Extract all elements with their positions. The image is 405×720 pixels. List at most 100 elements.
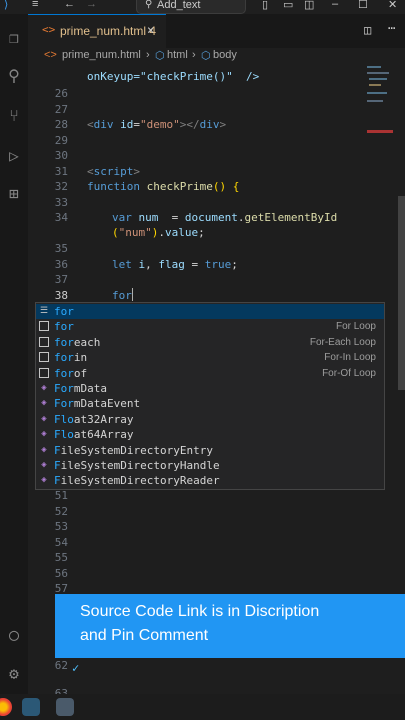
split-editor-icon[interactable]: ◫ <box>364 23 371 37</box>
suggestion-item[interactable]: forof For-Of Loop <box>36 366 384 381</box>
back-button[interactable]: ← <box>64 0 75 10</box>
app-icon[interactable] <box>56 698 74 716</box>
suggestion-match: F <box>54 459 61 472</box>
chrome-icon[interactable] <box>0 698 12 716</box>
suggestion-label: FileSystemDirectoryEntry <box>54 444 213 457</box>
tab-label: prime_num.html 4 <box>60 24 157 38</box>
suggestion-match: for <box>54 351 74 365</box>
suggestion-match: for <box>54 305 74 318</box>
suggestion-match: Flo <box>54 428 74 442</box>
suggestion-item[interactable]: forin For-In Loop <box>36 350 384 365</box>
class-icon: ◈ <box>41 429 47 440</box>
code-line: ("num").value; <box>112 226 205 239</box>
suggestion-item[interactable]: ◈ FileSystemDirectoryReader <box>36 473 384 488</box>
breadcrumb: <> prime_num.html › ⬡ html › ⬡ body <box>28 48 405 64</box>
class-icon: ◈ <box>41 460 47 470</box>
snippet-icon <box>39 336 49 347</box>
suggestion-label: FileSystemDirectoryReader <box>54 474 220 487</box>
element-icon: ⬡ <box>201 50 211 62</box>
suggestion-label: for <box>54 305 74 318</box>
line-number: 36 <box>54 258 68 271</box>
search-text: Add_text <box>157 0 201 11</box>
snippet-icon <box>39 367 49 378</box>
forward-button[interactable]: → <box>86 0 97 10</box>
code-text: onKeyup="checkPrime()" /> <box>87 70 260 83</box>
more-actions-icon[interactable]: ⋯ <box>388 21 395 35</box>
check-icon: ✓ <box>72 661 80 675</box>
code-line: var num = document.getElementById <box>112 211 338 224</box>
explorer-icon[interactable]: ❐ <box>4 28 24 48</box>
toggle-panel-icon[interactable]: ▭ <box>283 0 293 11</box>
line-number: 26 <box>54 87 68 100</box>
suggestion-item[interactable]: ☰ for <box>36 304 384 319</box>
class-icon: ◈ <box>41 475 47 486</box>
command-center-search[interactable]: ⚲ Add_text <box>136 0 246 14</box>
suggestion-item[interactable]: for For Loop <box>36 319 384 334</box>
code-line: let i, flag = true; <box>112 258 238 271</box>
account-icon[interactable]: ◯ <box>4 625 24 645</box>
class-icon: ◈ <box>41 444 47 455</box>
line-number: 37 <box>54 273 68 286</box>
tab-prime-num-html[interactable]: <> prime_num.html 4 × <box>28 14 166 49</box>
suggestion-item[interactable]: ◈ FileSystemDirectoryEntry <box>36 443 384 458</box>
banner-line-1: Source Code Link is in Discription <box>80 603 320 620</box>
suggestion-rest: ileSystemDirectoryReader <box>60 474 220 488</box>
suggestion-detail: For-Of Loop <box>322 367 376 379</box>
line-number: 53 <box>54 520 68 533</box>
source-control-icon[interactable]: ⑂ <box>4 106 24 126</box>
suggestion-rest: at64Array <box>73 428 134 442</box>
element-icon: ⬡ <box>155 50 165 62</box>
snippet-icon <box>39 352 49 363</box>
toggle-sidebar-icon[interactable]: ▯ <box>262 0 268 11</box>
suggestion-item[interactable]: ◈ Float64Array <box>36 427 384 442</box>
line-number: 35 <box>54 242 68 255</box>
minimize-button[interactable]: – <box>332 0 338 10</box>
layout-icon[interactable]: ◫ <box>304 0 314 11</box>
suggestion-detail: For-Each Loop <box>309 336 376 348</box>
menu-icon[interactable]: ≡ <box>32 0 38 10</box>
text-cursor <box>132 288 133 301</box>
settings-gear-icon[interactable]: ⚙ <box>4 664 24 684</box>
close-tab-icon[interactable]: × <box>147 23 154 37</box>
close-window-button[interactable]: ✕ <box>388 0 397 11</box>
minimap[interactable] <box>365 64 397 154</box>
suggestion-label: forof <box>54 367 87 380</box>
line-number: 27 <box>54 103 68 116</box>
download-app-icon[interactable] <box>22 698 40 716</box>
suggestion-match: Flo <box>54 412 74 426</box>
typed-text: for <box>112 289 132 302</box>
taskbar <box>0 694 405 720</box>
suggestion-label: FileSystemDirectoryHandle <box>54 459 220 472</box>
list-icon: ☰ <box>39 306 49 316</box>
suggestion-item[interactable]: ◈ FormData <box>36 381 384 396</box>
line-number: 62 <box>54 659 68 672</box>
class-icon: ◈ <box>41 413 47 424</box>
suggestion-rest: mData <box>73 382 107 395</box>
maximize-button[interactable]: ☐ <box>358 0 368 11</box>
breadcrumb-body[interactable]: body <box>213 49 237 61</box>
search-icon: ⚲ <box>145 0 153 10</box>
suggestion-item[interactable]: ◈ FileSystemDirectoryHandle <box>36 458 384 473</box>
search-icon[interactable]: ⚲ <box>4 66 24 86</box>
run-debug-icon[interactable]: ▷ <box>4 146 24 166</box>
line-number: 33 <box>54 196 68 209</box>
suggestion-rest: at32Array <box>73 412 134 426</box>
breadcrumb-file[interactable]: prime_num.html <box>62 49 141 61</box>
code-line: function checkPrime() { <box>87 180 240 193</box>
banner-line-2: and Pin Comment <box>80 627 209 644</box>
suggestion-label: for <box>54 320 74 333</box>
line-number: 28 <box>54 118 68 131</box>
breadcrumb-html[interactable]: html <box>167 49 188 61</box>
suggestion-item[interactable]: ◈ Float32Array <box>36 412 384 427</box>
line-number: 54 <box>54 536 68 549</box>
extensions-icon[interactable]: ⊞ <box>4 184 24 204</box>
line-number: 52 <box>54 505 68 518</box>
html-file-icon: <> <box>44 49 57 61</box>
suggestion-label: Float64Array <box>54 428 133 441</box>
suggestion-item[interactable]: foreach For-Each Loop <box>36 335 384 350</box>
line-number: 55 <box>54 551 68 564</box>
scrollbar-thumb[interactable] <box>398 196 405 390</box>
line-number-current: 38 <box>54 289 68 302</box>
suggestion-item[interactable]: ◈ FormDataEvent <box>36 396 384 411</box>
code-line: <div id="demo"></div> <box>87 118 227 131</box>
